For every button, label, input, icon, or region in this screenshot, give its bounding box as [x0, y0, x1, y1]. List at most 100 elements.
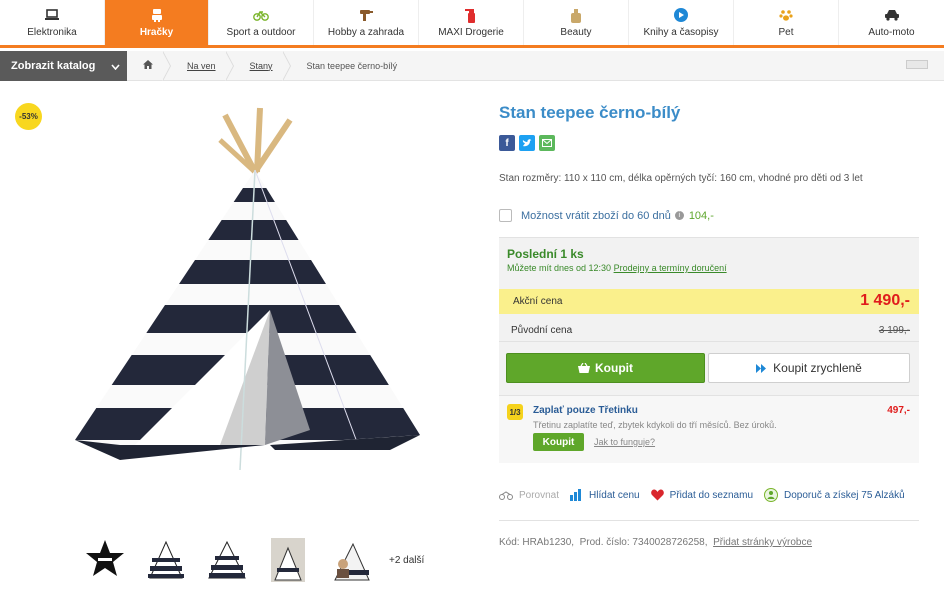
buy-fast-button[interactable]: Koupit zrychleně — [708, 353, 910, 383]
breadcrumb-bar: Zobrazit katalog Na ven Stany Stan teepe… — [0, 50, 944, 81]
more-images-link[interactable]: +2 další — [389, 555, 424, 566]
breadcrumb-link[interactable]: Stany — [250, 61, 273, 71]
buy-button[interactable]: Koupit — [506, 353, 705, 383]
stock-status: Poslední 1 ks — [507, 247, 584, 261]
breadcrumb-item-na-ven[interactable]: Na ven — [171, 50, 234, 81]
nav-label: Hobby a zahrada — [327, 27, 405, 38]
buy-box: Poslední 1 ks Můžete mít dnes od 12:30 P… — [499, 237, 919, 463]
product-main-image[interactable] — [60, 100, 440, 500]
sale-price-label: Akční cena — [513, 296, 563, 307]
double-chevron-right-icon — [756, 363, 767, 373]
split-buy-button[interactable]: Koupit — [533, 433, 584, 451]
product-description: Stan rozměry: 110 x 110 cm, délka opěrný… — [499, 173, 863, 184]
product-code: Kód: HRAb1230, — [499, 537, 575, 548]
chevron-down-icon — [111, 61, 120, 73]
split-payment: 1/3 Zaplať pouze Třetinku 497,- Třetinu … — [499, 395, 919, 463]
nav-item-pet[interactable]: Pet — [734, 0, 839, 45]
return-option-price: 104,- — [688, 209, 714, 222]
nav-item-drogerie[interactable]: MAXI Drogerie — [419, 0, 524, 45]
product-codes: Kód: HRAb1230, Prod. číslo: 734002872625… — [499, 537, 812, 548]
facebook-icon[interactable]: f — [499, 135, 515, 151]
gallery-toggle-icon[interactable] — [906, 60, 928, 69]
nav-item-hracky[interactable]: Hračky — [105, 0, 209, 45]
recommend-action[interactable]: Doporuč a získej 75 Alzáků — [764, 488, 905, 502]
bar-chart-icon — [570, 489, 583, 501]
recommend-icon — [764, 488, 779, 502]
nav-item-sport[interactable]: Sport a outdoor — [209, 0, 314, 45]
product-title: Stan teepee černo-bílý — [499, 103, 681, 122]
nav-item-hobby[interactable]: Hobby a zahrada — [314, 0, 419, 45]
paw-icon — [778, 7, 794, 23]
nav-label: Pet — [778, 27, 794, 38]
scale-icon — [499, 490, 513, 500]
breadcrumb: Na ven Stany Stan teepee černo-bílý — [127, 50, 416, 81]
sale-price: 1 490,- — [860, 292, 910, 309]
car-icon — [884, 7, 900, 23]
nav-label: MAXI Drogerie — [438, 27, 504, 38]
production-number: Prod. číslo: 7340028726258, — [579, 537, 708, 548]
delivery-info: Můžete mít dnes od 12:30 Prodejny a term… — [507, 263, 727, 273]
recommend-label: Doporuč a získej 75 Alzáků — [784, 489, 905, 501]
thumbnail-tent-1[interactable] — [141, 536, 191, 584]
nav-item-auto[interactable]: Auto-moto — [839, 0, 944, 45]
nav-label: Sport a outdoor — [226, 27, 296, 38]
original-price: 3 199,- — [878, 325, 910, 336]
nav-label: Beauty — [560, 27, 592, 38]
nav-item-beauty[interactable]: Beauty — [524, 0, 629, 45]
compare-label: Porovnat — [519, 489, 560, 501]
breadcrumb-item-stany[interactable]: Stany — [234, 50, 291, 81]
show-catalog-button[interactable]: Zobrazit katalog — [0, 50, 127, 81]
breadcrumb-current-label: Stan teepee černo-bílý — [306, 60, 398, 71]
watch-price-label: Hlídat cenu — [589, 489, 640, 501]
spray-bottle-icon — [463, 7, 479, 23]
buy-fast-button-label: Koupit zrychleně — [773, 361, 862, 375]
nav-label: Auto-moto — [868, 27, 915, 38]
delivery-link[interactable]: Prodejny a termíny doručení — [614, 263, 727, 273]
breadcrumb-home[interactable] — [127, 50, 171, 81]
thumbnail-tent-2[interactable] — [202, 536, 252, 584]
thumbnail-room-photo[interactable] — [263, 536, 313, 584]
thumbnail-kid-photo[interactable] — [324, 536, 374, 584]
one-third-badge: 1/3 — [507, 404, 523, 420]
info-icon[interactable]: i — [674, 211, 684, 220]
watch-price-action[interactable]: Hlídat cenu — [570, 489, 640, 501]
bicycle-icon — [253, 7, 269, 23]
discount-badge: -53% — [15, 103, 42, 130]
share-buttons: f — [499, 135, 559, 151]
nav-label: Knihy a časopisy — [643, 27, 719, 38]
divider — [499, 520, 919, 521]
compare-action[interactable]: Porovnat — [499, 490, 559, 501]
laptop-icon — [44, 7, 60, 23]
category-nav: Elektronika Hračky Sport a outdoor Hobby… — [0, 0, 944, 48]
nav-item-elektronika[interactable]: Elektronika — [0, 0, 105, 45]
thumbnail-strip: +2 další — [80, 535, 424, 585]
split-payment-description: Třetinu zaplatíte teď, zbytek kdykoli do… — [533, 420, 777, 430]
email-icon[interactable] — [539, 135, 555, 151]
breadcrumb-current: Stan teepee černo-bílý — [291, 51, 416, 81]
play-circle-icon — [673, 7, 689, 23]
return-option-checkbox[interactable] — [499, 209, 512, 222]
split-payment-title: Zaplať pouze Třetinku — [533, 405, 638, 416]
home-icon[interactable] — [143, 60, 153, 71]
original-price-row: Původní cena 3 199,- — [499, 317, 919, 342]
sale-price-row: Akční cena 1 490,- — [499, 289, 919, 314]
product-actions: Porovnat Hlídat cenu Přidat do seznamu D… — [499, 488, 916, 502]
return-option-label[interactable]: Možnost vrátit zboží do 60 dnů — [521, 210, 671, 222]
robot-icon — [149, 7, 165, 23]
how-it-works-link[interactable]: Jak to funguje? — [594, 437, 655, 447]
twitter-icon[interactable] — [519, 135, 535, 151]
catalog-button-label: Zobrazit katalog — [11, 59, 96, 72]
buy-button-label: Koupit — [595, 361, 633, 375]
delivery-text: Můžete mít dnes od 12:30 — [507, 263, 612, 273]
thumbnail-kids-logo[interactable] — [80, 536, 130, 584]
nav-item-knihy[interactable]: Knihy a časopisy — [629, 0, 734, 45]
wishlist-label: Přidat do seznamu — [669, 489, 754, 501]
breadcrumb-link[interactable]: Na ven — [187, 61, 216, 71]
split-payment-price: 497,- — [887, 405, 910, 416]
nav-label: Hračky — [139, 27, 174, 38]
add-maker-page-link[interactable]: Přidat stránky výrobce — [713, 537, 812, 548]
wishlist-action[interactable]: Přidat do seznamu — [650, 489, 754, 501]
perfume-icon — [568, 7, 584, 23]
drill-icon — [358, 7, 374, 23]
return-option: Možnost vrátit zboží do 60 dnů i 104,- — [499, 209, 714, 222]
